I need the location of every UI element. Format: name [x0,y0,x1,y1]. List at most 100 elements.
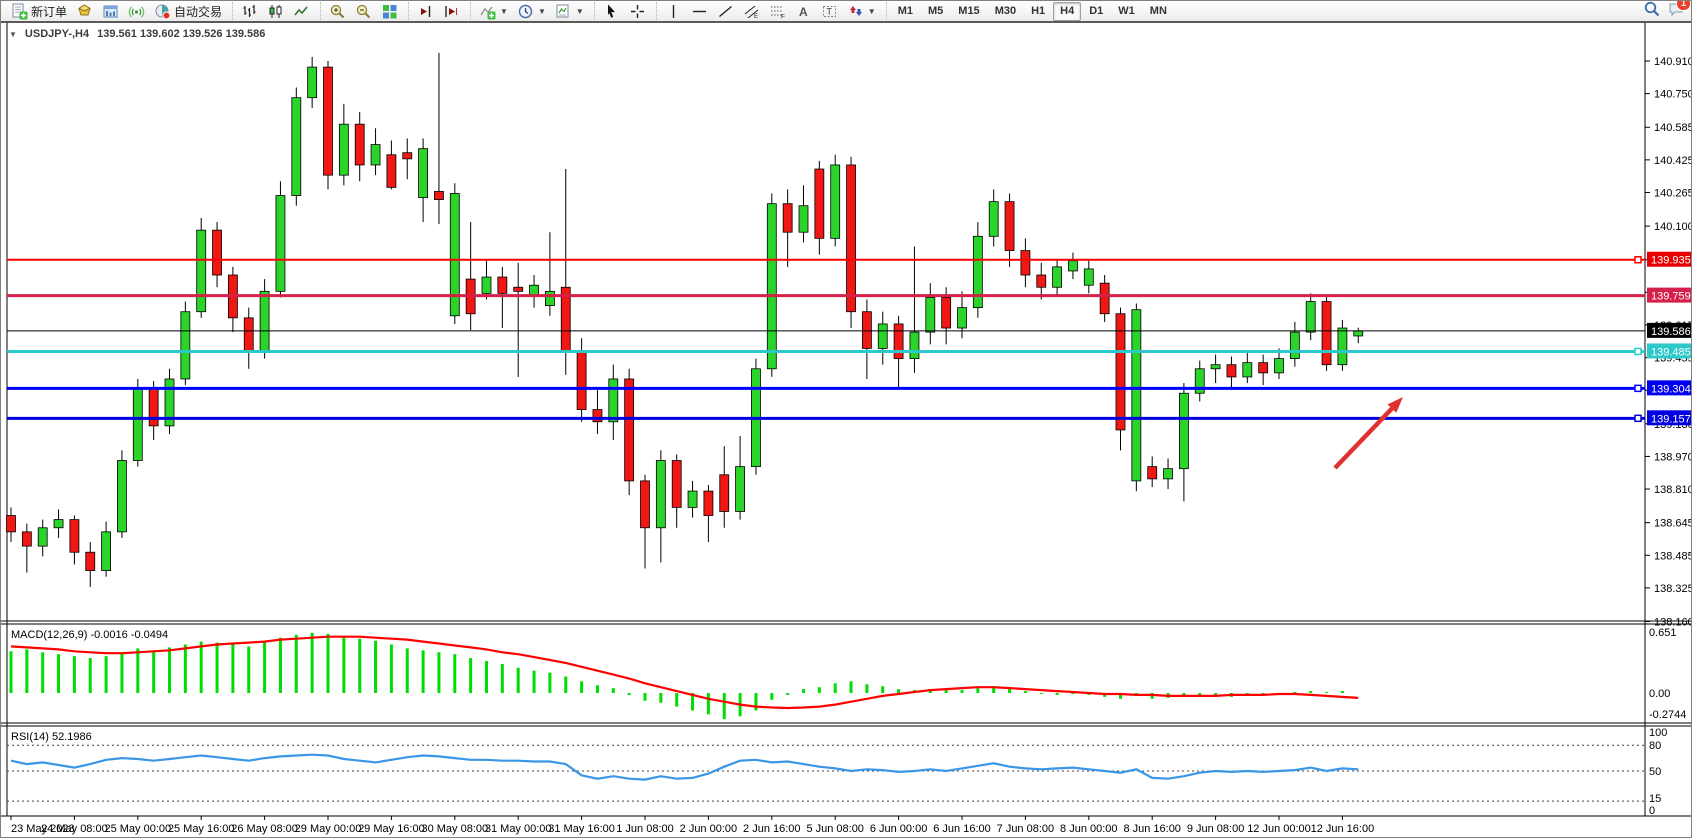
svg-text:31 May 16:00: 31 May 16:00 [548,823,615,835]
chevron-down-icon[interactable]: ▼ [9,30,17,39]
zoom-in-icon [329,3,346,20]
candle-body [545,291,554,305]
timeframe-m5[interactable]: M5 [921,2,950,21]
candle-body [133,389,142,460]
bar-chart-button[interactable] [237,1,262,21]
templates-button[interactable]: ▼ [551,1,588,21]
fibonacci-button[interactable]: F [765,1,790,21]
crosshair-button[interactable] [625,1,650,21]
price-chart[interactable]: 140.910140.750140.585140.425140.265140.1… [1,23,1692,838]
chevron-down-icon[interactable]: ▼ [868,7,876,16]
timeframe-group: M1M5M15M30H1H4D1W1MN [886,2,1178,20]
svg-text:100: 100 [1649,727,1667,739]
text-icon: A [795,3,812,20]
timeframe-h1[interactable]: H1 [1024,2,1052,21]
autoscroll-icon [443,3,460,20]
cursor-button[interactable] [599,1,624,21]
chart-shift-button[interactable] [413,1,438,21]
candle-body [482,277,491,293]
tile-windows-button[interactable] [377,1,402,21]
new-order-button-label: 新订单 [31,3,67,20]
svg-text:29 May 16:00: 29 May 16:00 [358,823,425,835]
trendline-icon [717,3,734,20]
candle-body [989,202,998,237]
candle-body [609,379,618,422]
line-chart-button[interactable] [289,1,314,21]
macd-label: MACD(12,26,9) -0.0016 -0.0494 [11,629,168,641]
trendline-button[interactable] [713,1,738,21]
svg-text:12 Jun 00:00: 12 Jun 00:00 [1247,823,1311,835]
svg-text:25 May 16:00: 25 May 16:00 [168,823,235,835]
toolbar-group: ▼ ▼ ▼ [470,2,592,20]
timeframe-m15[interactable]: M15 [951,2,986,21]
timeframe-w1[interactable]: W1 [1111,2,1142,21]
autotrading-button[interactable]: 自动交易 [150,1,226,21]
svg-text:1 Jun 08:00: 1 Jun 08:00 [616,823,674,835]
channel-icon: E [743,3,760,20]
indicators-icon [479,3,496,20]
text-button[interactable]: A [791,1,816,21]
svg-text:F: F [781,13,785,20]
indicators-button[interactable]: ▼ [475,1,512,21]
channel-button[interactable]: E [739,1,764,21]
template-icon [555,3,572,20]
timeframe-mn[interactable]: MN [1143,2,1174,21]
new-order-button[interactable]: 新订单 [7,1,71,21]
svg-text:140.100: 140.100 [1654,221,1692,233]
search-icon[interactable] [1643,0,1661,23]
timeframe-d1[interactable]: D1 [1082,2,1110,21]
candle-body [799,206,808,232]
auto-scroll-button[interactable] [439,1,464,21]
candle-body [878,324,887,348]
candle-body [704,491,713,515]
candle-body [22,532,31,546]
candle-body [7,516,16,532]
candle-body [783,204,792,233]
svg-text:E: E [754,14,758,20]
candle-body [656,461,665,528]
signal-icon [128,3,145,20]
timeframe-m1[interactable]: M1 [891,2,920,21]
horizontal-line-button[interactable] [687,1,712,21]
toolbar-group [320,2,406,20]
candle-body [1179,393,1188,468]
svg-text:140.750: 140.750 [1654,89,1692,101]
candle-body [371,145,380,165]
candle-body [498,277,507,293]
chart-title: ▼ USDJPY-,H4 139.561 139.602 139.526 139… [9,28,265,40]
chart-cube-button[interactable] [72,1,97,21]
candle-body [1227,365,1236,377]
zoom-in-button[interactable] [325,1,350,21]
candle-body [403,153,412,159]
svg-text:A: A [799,5,808,19]
timeframe-m30[interactable]: M30 [988,2,1023,21]
candle-body [419,149,428,198]
zoom-out-button[interactable] [351,1,376,21]
candle-body [86,552,95,570]
fibo-icon: F [769,3,786,20]
chevron-down-icon[interactable]: ▼ [500,7,508,16]
candle-body [625,379,634,481]
signal-button[interactable] [124,1,149,21]
rsi-label: RSI(14) 52.1986 [11,731,92,743]
chart-window-icon [102,3,119,20]
chevron-down-icon[interactable]: ▼ [538,7,546,16]
candle-body [324,67,333,175]
candle-body [181,312,190,379]
svg-text:139.485: 139.485 [1651,346,1691,358]
candle-body [942,297,951,328]
vertical-line-button[interactable] [661,1,686,21]
candles-icon [267,3,284,20]
candlestick-button[interactable] [263,1,288,21]
arrows-button[interactable]: ▼ [843,1,880,21]
candle-body [815,169,824,238]
toolbar-group: E F AT ▼ [656,2,884,20]
chevron-down-icon[interactable]: ▼ [576,7,584,16]
market-watch-button[interactable] [98,1,123,21]
text-label-button[interactable]: T [817,1,842,21]
candle-body [767,204,776,369]
periods-button[interactable]: ▼ [513,1,550,21]
chat-icon[interactable]: 1 [1667,0,1685,23]
timeframe-h4[interactable]: H4 [1053,2,1081,21]
chart-area[interactable]: 140.910140.750140.585140.425140.265140.1… [1,23,1692,838]
